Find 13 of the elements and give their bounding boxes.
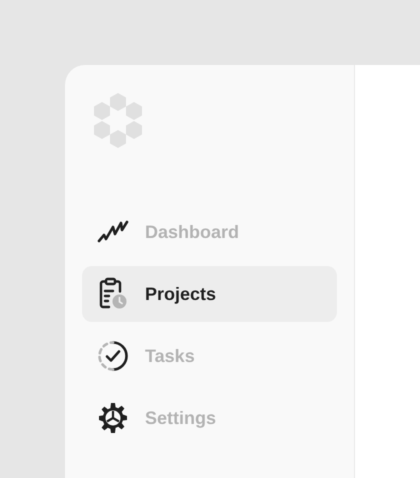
nav-label: Tasks: [145, 346, 195, 366]
nav-label: Settings: [145, 408, 216, 428]
gear-icon: [97, 402, 129, 434]
clipboard-clock-icon: [97, 277, 129, 311]
check-circle-icon: [97, 340, 129, 372]
nav-label: Dashboard: [145, 222, 240, 242]
sidebar-item[interactable]: Dashboard: [82, 204, 337, 260]
sidebar-item[interactable]: Tasks: [82, 328, 337, 384]
trend-line-icon: [97, 219, 129, 245]
sidebar-item[interactable]: Projects: [82, 266, 337, 322]
hexagon-cluster-logo: [92, 93, 144, 149]
sidebar-item[interactable]: Settings: [82, 390, 337, 446]
nav-label: Projects: [145, 284, 216, 304]
